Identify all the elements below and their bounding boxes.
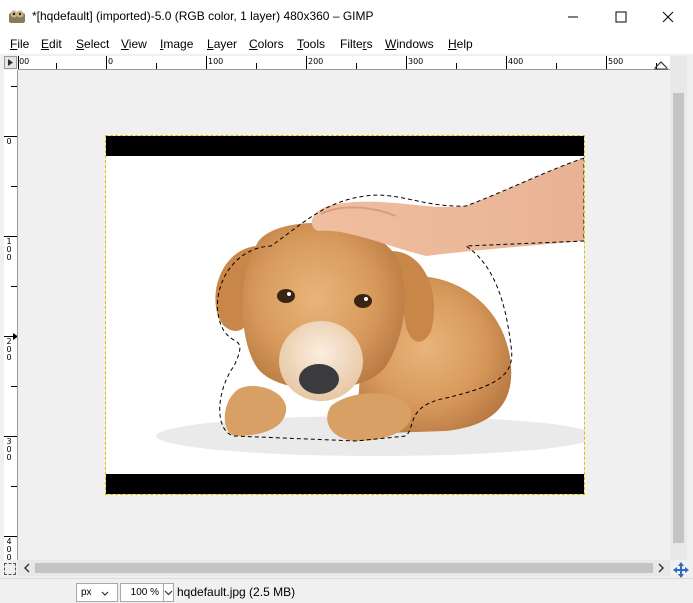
ruler-label: 0 xyxy=(108,57,114,66)
image-layer[interactable] xyxy=(106,136,584,494)
navigation-preview-button[interactable] xyxy=(653,59,669,70)
menu-windows[interactable]: Windows xyxy=(385,37,434,51)
menu-filters[interactable]: Filters xyxy=(340,37,373,51)
menu-view[interactable]: View xyxy=(121,37,147,51)
dog-photo-image xyxy=(156,157,584,456)
window-title: *[hqdefault] (imported)-5.0 (RGB color, … xyxy=(32,9,374,23)
ruler-label: 100 xyxy=(6,237,12,262)
ruler-label: 400 xyxy=(6,537,12,561)
unit-value: px xyxy=(81,587,92,598)
close-icon xyxy=(662,11,674,23)
minimize-icon xyxy=(568,16,578,18)
unit-select[interactable]: px xyxy=(76,583,118,602)
zoom-input[interactable]: 100 % xyxy=(120,583,164,602)
quick-mask-icon[interactable] xyxy=(4,563,16,575)
vertical-ruler[interactable]: 0 100 200 300 400 xyxy=(4,70,18,560)
menu-bar: File Edit Select View Image Layer Colors… xyxy=(0,34,693,54)
menu-arrow-button[interactable] xyxy=(4,56,17,69)
image-canvas[interactable] xyxy=(18,70,670,560)
file-info-label: hqdefault.jpg (2.5 MB) xyxy=(177,585,296,599)
navigate-icon[interactable] xyxy=(673,562,689,578)
ruler-label: 200 xyxy=(308,57,324,66)
title-bar: *[hqdefault] (imported)-5.0 (RGB color, … xyxy=(0,0,693,34)
ruler-ticks xyxy=(18,56,657,69)
menu-tools[interactable]: Tools xyxy=(297,37,325,51)
ruler-label: 300 xyxy=(408,57,424,66)
zoom-value: 100 % xyxy=(130,587,159,598)
gimp-wilber-icon[interactable] xyxy=(8,8,26,24)
zoom-dropdown-button[interactable] xyxy=(163,583,174,602)
menu-file[interactable]: File xyxy=(10,37,29,51)
ruler-label: 200 xyxy=(6,337,12,362)
horizontal-ruler[interactable]: 100 0 100 200 300 400 500 xyxy=(18,56,670,70)
maximize-button[interactable] xyxy=(598,0,644,34)
triangle-right-icon xyxy=(8,59,13,66)
menu-image[interactable]: Image xyxy=(160,37,193,51)
minimize-button[interactable] xyxy=(550,0,596,34)
ruler-label: 400 xyxy=(508,57,524,66)
navigate-preview-icon xyxy=(654,61,668,70)
close-button[interactable] xyxy=(645,0,691,34)
menu-colors[interactable]: Colors xyxy=(249,37,284,51)
scroll-right-icon[interactable] xyxy=(656,563,666,573)
ruler-label: 100 xyxy=(18,57,30,66)
vertical-scroll-thumb[interactable] xyxy=(673,93,684,543)
menu-select[interactable]: Select xyxy=(76,37,109,51)
ruler-label: 0 xyxy=(6,137,12,146)
chevron-down-icon xyxy=(164,590,173,596)
menu-help[interactable]: Help xyxy=(448,37,473,51)
horizontal-scrollbar[interactable] xyxy=(18,560,670,576)
scroll-left-icon[interactable] xyxy=(22,563,32,573)
letterbox-bottom xyxy=(106,474,584,494)
chevron-down-icon xyxy=(101,591,109,596)
maximize-icon xyxy=(615,11,627,23)
ruler-label: 300 xyxy=(6,437,12,462)
menu-edit[interactable]: Edit xyxy=(41,37,62,51)
horizontal-scroll-thumb[interactable] xyxy=(35,563,653,573)
ruler-label: 500 xyxy=(608,57,624,66)
ruler-label: 100 xyxy=(208,57,224,66)
menu-layer[interactable]: Layer xyxy=(207,37,237,51)
vertical-scrollbar[interactable] xyxy=(670,56,687,560)
status-bar: px 100 % hqdefault.jpg (2.5 MB) xyxy=(0,578,693,603)
